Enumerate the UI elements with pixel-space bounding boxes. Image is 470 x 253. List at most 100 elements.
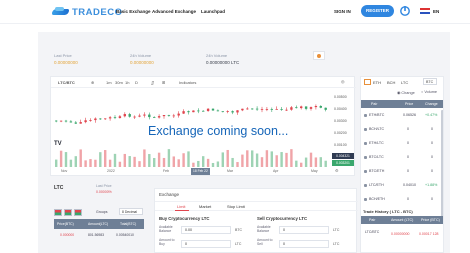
tradingview-badge: TV xyxy=(54,141,62,147)
trade-history-row: LTC/BTC 0.00000000 0.00017 128 xyxy=(361,227,443,241)
view-buys-icon[interactable] xyxy=(74,209,82,216)
market-row[interactable]: BCH/LTC 0 0 xyxy=(361,124,443,134)
compare-icon[interactable]: ⊞ xyxy=(162,80,165,85)
favorite-button[interactable] xyxy=(313,51,325,60)
sell-available-input[interactable]: 0 xyxy=(279,226,329,234)
volume-bar xyxy=(246,150,249,167)
volume-bar xyxy=(314,157,318,167)
flag-icon[interactable] xyxy=(420,8,430,14)
tab-stop-limit[interactable]: Stop Limit xyxy=(227,204,245,209)
col-pair[interactable]: Pair xyxy=(371,102,377,106)
add-symbol-icon[interactable]: ⊕ xyxy=(91,80,94,85)
interval-d[interactable]: D xyxy=(135,80,138,85)
candle-body xyxy=(138,115,141,117)
register-button[interactable]: REGISTER xyxy=(361,5,394,17)
col-price[interactable]: Price xyxy=(405,102,413,106)
volume-bar xyxy=(167,149,171,167)
candle-body xyxy=(295,107,298,109)
price-tick: 0.00300 xyxy=(334,119,347,123)
ob-amount: 801.56983 xyxy=(88,233,105,237)
volume-bar xyxy=(59,150,63,167)
interval-1m[interactable]: 1m xyxy=(106,80,112,85)
market-scrollbar[interactable] xyxy=(441,110,443,220)
volume-bar xyxy=(64,152,68,167)
volume-bar xyxy=(123,153,126,167)
market-row[interactable]: BCH/ETH 0 0 xyxy=(361,194,443,204)
volume-bar xyxy=(79,149,82,167)
col-price: Price (BTC) xyxy=(421,218,440,222)
col-change[interactable]: Change xyxy=(425,102,438,106)
orderbook-title: LTC xyxy=(54,185,64,191)
volume-bar xyxy=(74,156,77,167)
market-list-panel: ETH BCH LTC BTC ◉ Change ○ Volume Pair P… xyxy=(360,76,444,253)
chart-type-icon[interactable]: ∬ xyxy=(151,80,154,85)
candle-body xyxy=(167,115,171,116)
toggle-volume-radio[interactable]: ○ Volume xyxy=(421,90,437,94)
volume-bar xyxy=(285,152,288,167)
order-book: LTC Last Price 0.00000% Groups 8 Decimal… xyxy=(50,183,148,253)
volume-bar xyxy=(104,150,107,167)
buy-available-input[interactable]: 0.00 xyxy=(181,226,231,234)
logo[interactable]: TRADECO xyxy=(52,6,122,18)
nav-launchpad[interactable]: Launchpad xyxy=(201,9,225,14)
power-icon[interactable] xyxy=(399,5,411,17)
nav-advanced-exchange[interactable]: Advanced Exchange xyxy=(152,9,196,14)
volume-bar xyxy=(275,155,278,167)
groups-select[interactable]: 8 Decimal xyxy=(119,208,143,215)
sell-amount-label: Amount to Sell xyxy=(257,238,273,246)
volume-bar xyxy=(69,159,73,167)
market-row[interactable]: ETH/LTC 0 0 xyxy=(361,138,443,148)
candle-body xyxy=(157,116,161,118)
view-both-icon[interactable] xyxy=(54,209,62,216)
tab-bch[interactable]: BCH xyxy=(387,80,395,85)
volume-bar xyxy=(113,153,117,167)
price-tick: 0.00200 xyxy=(334,131,347,135)
orderbook-row[interactable]: 0.000000 801.56983 0.00540010 xyxy=(54,232,144,240)
quote-currency-select[interactable]: BTC xyxy=(423,78,437,85)
tab-market[interactable]: Market xyxy=(199,204,211,209)
star-icon[interactable] xyxy=(364,198,367,201)
candle-body xyxy=(309,107,313,109)
tab-eth[interactable]: ETH xyxy=(373,80,381,85)
buy-amount-input[interactable]: 0 xyxy=(181,240,231,248)
toggle-change-radio[interactable]: ◉ Change xyxy=(397,90,415,95)
star-icon[interactable] xyxy=(364,170,367,173)
volume-bar xyxy=(309,152,313,167)
interval-1h[interactable]: 1h xyxy=(125,80,129,85)
sell-amount-input[interactable]: 0 xyxy=(279,240,329,248)
chart-settings-icon[interactable]: ⚙ xyxy=(335,168,339,173)
market-row[interactable]: BTC/LTC 0 0 xyxy=(361,152,443,162)
interval-30m[interactable]: 30m xyxy=(115,80,123,85)
candle-body xyxy=(202,110,205,112)
candle-body xyxy=(304,106,308,109)
market-table-header: Pair Price Change xyxy=(361,100,443,108)
star-icon[interactable] xyxy=(364,156,367,159)
star-icon[interactable] xyxy=(364,114,367,117)
language-selector[interactable]: EN xyxy=(433,9,439,14)
volume-bar xyxy=(162,157,166,167)
market-row[interactable]: ETH/BTC 0.06526 +0.47% xyxy=(361,110,443,120)
star-icon[interactable] xyxy=(364,128,367,131)
screenshot-icon[interactable]: ◎ xyxy=(341,79,345,84)
candle-body xyxy=(255,108,259,110)
market-row[interactable]: BTC/ETH 0 0 xyxy=(361,166,443,176)
trade-history-header: Pair Amount (LTC) Price (BTC) xyxy=(361,216,443,224)
sign-in-link[interactable]: SIGN IN xyxy=(334,9,351,14)
candle-body xyxy=(113,117,117,119)
candle-body xyxy=(192,110,195,113)
star-icon[interactable] xyxy=(364,142,367,145)
candle-body xyxy=(246,108,249,110)
nav-basic-exchange[interactable]: Basic Exchange xyxy=(116,9,151,14)
indicators-button[interactable]: Indicators xyxy=(179,80,196,85)
tab-limit[interactable]: Limit xyxy=(177,204,185,209)
volume-bar xyxy=(99,152,102,167)
chart-pair[interactable]: LTC/BTC xyxy=(58,80,75,85)
view-sells-icon[interactable] xyxy=(64,209,72,216)
market-row[interactable]: LTC/ETH 0.04010 +1.88% xyxy=(361,180,443,190)
candle-body xyxy=(197,110,200,112)
groups-label: Groups xyxy=(96,210,108,214)
time-tick: Mar xyxy=(227,169,234,173)
tab-ltc[interactable]: LTC xyxy=(401,80,408,85)
favorites-tab[interactable] xyxy=(364,79,371,85)
star-icon[interactable] xyxy=(364,184,367,187)
